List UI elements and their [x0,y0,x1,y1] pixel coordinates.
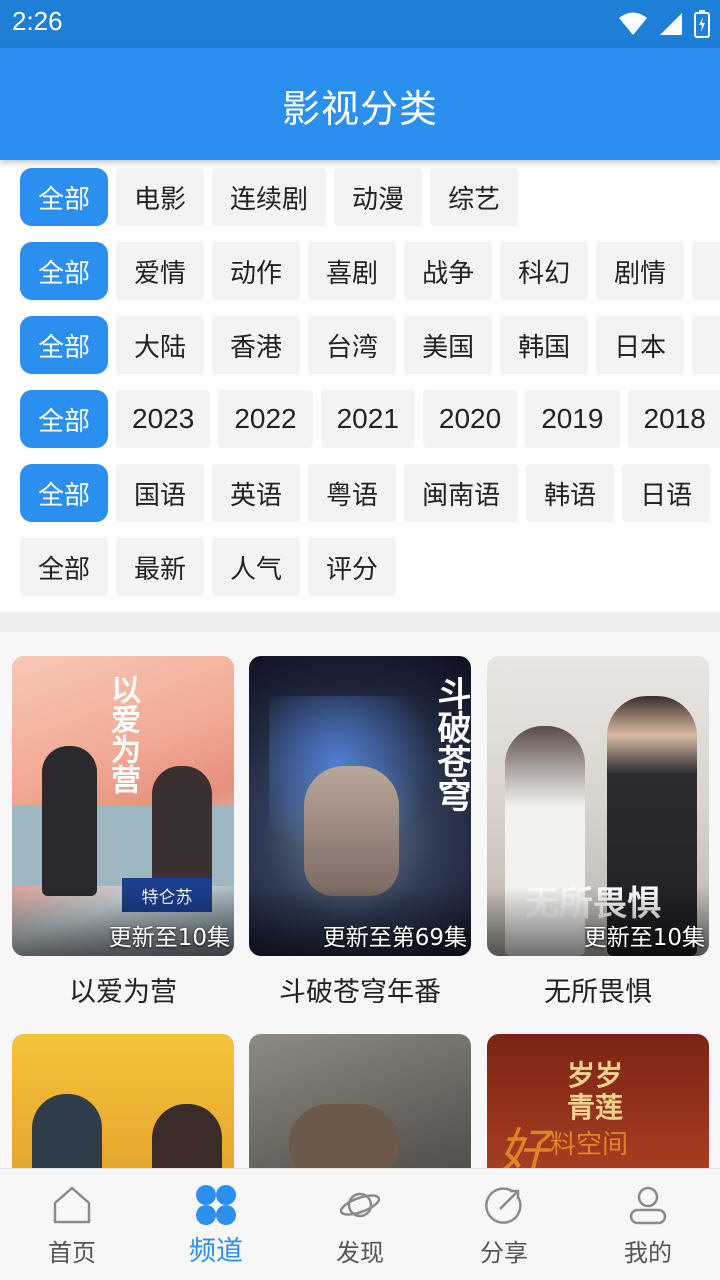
video-card[interactable]: 岁岁青莲 [487,1034,709,1168]
language-chip-korean[interactable]: 韩语 [526,464,615,522]
filter-row-region: 全部 大陆 香港 台湾 美国 韩国 日本 泰 [20,316,720,374]
poster-figure [32,1094,102,1168]
region-chip-japan[interactable]: 日本 [596,316,685,374]
region-chip-taiwan[interactable]: 台湾 [308,316,397,374]
nav-item-mine[interactable]: 我的 [576,1169,720,1280]
region-chip-all[interactable]: 全部 [20,316,109,374]
language-chip-mandarin[interactable]: 国语 [116,464,205,522]
genre-chip-all[interactable]: 全部 [20,242,109,300]
video-card[interactable] [12,1034,234,1168]
episode-badge: 更新至第69集 [322,925,467,951]
genre-chip-drama[interactable]: 剧情 [596,242,685,300]
poster-art-title: 以爱为营 [105,674,140,794]
poster-image [249,1034,471,1168]
sort-chip-latest[interactable]: 最新 [116,538,205,596]
year-chip-2022[interactable]: 2022 [218,390,313,448]
region-chip-usa[interactable]: 美国 [404,316,493,374]
share-icon [485,1187,522,1224]
poster-image: 无所畏惧 更新至10集 [487,656,709,956]
episode-badge: 更新至10集 [583,925,705,951]
genre-chip-war[interactable]: 战争 [404,242,493,300]
poster-figure [289,1104,399,1168]
region-chip-mainland[interactable]: 大陆 [116,316,205,374]
poster-figure [304,766,399,896]
genre-chip-romance[interactable]: 爱情 [116,242,205,300]
video-title: 斗破苍穹年番 [279,977,441,1008]
channel-icon [196,1185,236,1225]
app-bar: 影视分类 [0,48,720,160]
planet-icon [339,1192,381,1218]
filter-row-genre: 全部 爱情 动作 喜剧 战争 科幻 剧情 武 [20,242,720,300]
year-chip-2020[interactable]: 2020 [422,390,518,448]
video-title: 以爱为营 [69,977,177,1008]
poster-art-title: 岁岁青莲 [567,1059,624,1124]
region-chip-hongkong[interactable]: 香港 [212,316,301,374]
type-chip-variety[interactable]: 综艺 [430,168,519,226]
language-chip-cantonese[interactable]: 粤语 [308,464,397,522]
type-chip-series[interactable]: 连续剧 [212,168,327,226]
status-bar: 2:26 [0,0,720,48]
episode-badge: 更新至10集 [108,925,230,951]
genre-chip-martial[interactable]: 武 [692,242,720,300]
region-chip-thailand[interactable]: 泰 [692,316,720,374]
poster-figure [152,1104,222,1168]
poster-image [12,1034,234,1168]
year-chip-2018[interactable]: 2018 [627,390,720,448]
video-card[interactable]: 斗破苍穹 更新至第69集 斗破苍穹年番 [249,656,471,1009]
status-time: 2:26 [12,6,63,36]
status-icons [618,10,710,38]
poster-figure [42,746,97,896]
type-chip-all[interactable]: 全部 [20,168,109,226]
video-title: 无所畏惧 [544,977,652,1008]
nav-item-home[interactable]: 首页 [0,1169,144,1280]
filter-row-year: 全部 2023 2022 2021 2020 2019 2018 [20,390,720,448]
language-chip-japanese[interactable]: 日语 [622,464,711,522]
nav-label-mine: 我的 [624,1239,672,1267]
type-chip-movie[interactable]: 电影 [116,168,205,226]
year-chip-all[interactable]: 全部 [20,390,109,448]
type-chip-anime[interactable]: 动漫 [334,168,423,226]
signal-icon [660,13,682,35]
nav-label-channel: 频道 [189,1236,243,1267]
home-icon [53,1186,91,1224]
nav-label-share: 分享 [480,1239,528,1267]
sort-chip-all[interactable]: 全部 [20,538,109,596]
filter-row-language: 全部 国语 英语 粤语 闽南语 韩语 日语 [20,464,711,522]
video-card[interactable]: 无所畏惧 更新至10集 无所畏惧 [487,656,709,1009]
filter-panel: 全部 电影 连续剧 动漫 综艺 全部 爱情 动作 喜剧 战争 科幻 剧情 武 全… [0,160,720,612]
battery-icon [694,10,710,38]
bottom-nav: 首页 频道 发现 分享 我的 [0,1168,720,1280]
video-grid: 以爱为营 特仑苏 更新至10集 以爱为营 斗破苍穹 更新至第69集 斗破苍穹年番… [0,632,720,1168]
page-title: 影视分类 [281,87,438,131]
video-card[interactable]: 以爱为营 特仑苏 更新至10集 以爱为营 [12,656,234,1009]
year-chip-2019[interactable]: 2019 [525,390,620,448]
nav-item-discover[interactable]: 发现 [288,1169,432,1280]
language-chip-all[interactable]: 全部 [20,464,109,522]
poster-figure [152,766,212,896]
genre-chip-action[interactable]: 动作 [212,242,301,300]
sort-chip-popular[interactable]: 人气 [212,538,301,596]
year-chip-2023[interactable]: 2023 [116,390,211,448]
poster-art-title: 斗破苍穹 [431,676,471,812]
section-divider [0,612,720,632]
poster-image: 斗破苍穹 更新至第69集 [249,656,471,956]
genre-chip-scifi[interactable]: 科幻 [500,242,589,300]
wifi-icon [619,12,647,35]
nav-label-home: 首页 [48,1239,96,1267]
genre-chip-comedy[interactable]: 喜剧 [308,242,397,300]
sort-chip-rating[interactable]: 评分 [308,538,397,596]
year-chip-2021[interactable]: 2021 [320,390,415,448]
filter-row-type: 全部 电影 连续剧 动漫 综艺 [20,168,519,226]
nav-item-share[interactable]: 分享 [432,1169,576,1280]
poster-image: 以爱为营 特仑苏 更新至10集 [12,656,234,956]
poster-image: 岁岁青莲 [487,1034,709,1168]
region-chip-korea[interactable]: 韩国 [500,316,589,374]
filter-row-sort: 全部 最新 人气 评分 [20,538,397,596]
language-chip-english[interactable]: 英语 [212,464,301,522]
nav-label-discover: 发现 [336,1239,384,1267]
user-icon [629,1186,667,1225]
video-card[interactable] [249,1034,471,1168]
language-chip-minnan[interactable]: 闽南语 [404,464,519,522]
nav-item-channel[interactable]: 频道 [144,1169,288,1280]
